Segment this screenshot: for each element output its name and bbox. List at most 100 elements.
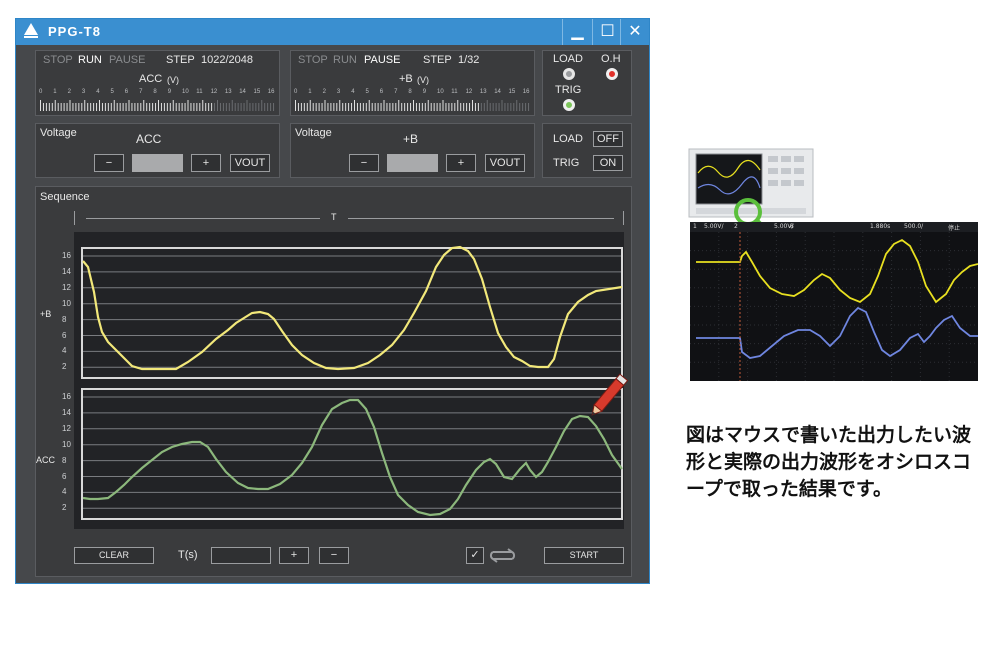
meter-scale-number: 6 [124,89,129,95]
t-seconds-input[interactable] [211,547,271,564]
b-status-panel: STOP RUN PAUSE STEP 1/32 +B (V) 01234567… [290,50,535,116]
meter-scale-number: 1 [308,89,312,95]
oh-lamp-icon [606,68,618,80]
acc-meter-label: ACC [139,73,163,85]
b-meter-unit: (V) [417,75,429,85]
meter-scale-number: 8 [153,89,157,95]
meter-scale-number: 11 [196,89,203,95]
maximize-icon: ☐ [600,23,615,40]
maximize-button[interactable]: ☐ [592,19,622,45]
scope-readout-item: 500.0/ [904,223,924,230]
meter-scale-number: 2 [322,89,326,95]
indicator-panel: LOAD O.H TRIG [542,50,632,116]
acc-waveform [82,398,623,517]
loop-checkbox[interactable]: ✓ [466,547,484,564]
caption-text: 図はマウスで書いた出力したい波形と実際の出力波形をオシロスコープで取った結果です… [686,424,972,500]
trig-switch-label: TRIG [553,157,580,169]
oh-indicator-label: O.H [601,53,621,65]
sequence-panel: Sequence T +B ACC 16 14 12 10 8 6 4 2 16 14 12 10 8… [35,186,632,577]
scope-readout-item: 5.00V/ [704,223,724,230]
acc-meter-unit: (V) [167,75,179,85]
b-vout-button[interactable]: VOUT [485,154,525,172]
b-meter-scale: 0 1 2 3 4 5 6 7 8 9 10 11 12 13 14 15 16 [294,89,531,99]
b-voltage-minus-button[interactable]: − [349,154,379,172]
meter-scale-number: 7 [394,89,398,95]
acc-status-panel: STOP RUN PAUSE STEP 1022/2048 ACC (V) 0 1… [35,50,280,116]
app-logo-icon [24,23,38,38]
scope-blue-trace [696,306,978,359]
b-step-label: STEP [423,54,452,66]
meter-scale-number: 10 [182,89,189,95]
meter-scale-number: 6 [379,89,384,95]
trig-lamp-icon [563,99,575,111]
acc-voltage-panel: Voltage ACC − + VOUT [35,123,280,178]
meter-scale-number: 2 [67,89,71,95]
waveform-graphs [81,245,629,520]
b-voltage-value-field[interactable] [387,154,438,172]
acc-step-value: 1022/2048 [201,54,253,66]
acc-stop-status: STOP [43,54,73,66]
meter-scale-number: 5 [365,89,369,95]
trig-indicator-label: TRIG [555,84,582,96]
trig-toggle[interactable]: ON [593,155,623,171]
close-button[interactable]: ✕ [620,19,649,45]
app-window: PPG-T8 ▁ ☐ ✕ STOP RUN PAUSE STEP 1022/20… [15,18,650,584]
acc-run-status: RUN [78,54,102,66]
acc-voltage-minus-button[interactable]: − [94,154,124,172]
switch-panel: LOAD OFF TRIG ON [542,123,632,178]
repeat-icon [489,548,516,563]
b-pause-status: PAUSE [364,54,401,66]
b-step-value: 1/32 [458,54,480,66]
meter-scale-number: 11 [451,89,458,95]
meter-scale-number: 0 [294,89,298,95]
b-meter-label: +B [399,73,413,85]
meter-scale-number: 12 [465,89,473,95]
meter-scale-number: 10 [437,89,444,95]
title-bar[interactable]: PPG-T8 ▁ ☐ ✕ [16,19,649,45]
acc-step-label: STEP [166,54,195,66]
scope-readout-item: 1.880s [870,223,891,230]
acc-voltage-label: Voltage [40,127,77,139]
meter-scale-number: 3 [336,89,341,95]
meter-scale-number: 5 [110,89,114,95]
b-voltage-plus-button[interactable]: + [446,154,476,172]
b-voltage-label: Voltage [295,127,332,139]
minimize-button[interactable]: ▁ [562,19,592,45]
scope-yellow-trace [696,238,978,304]
b-waveform [82,245,623,371]
scope-traces [690,232,978,381]
t-minus-button[interactable]: − [319,547,349,564]
meter-scale-number: 3 [81,89,86,95]
acc-graph-grid [83,396,621,509]
oscilloscope-screen: 1 5.00V/2 5.00V/8 1.880s 500.0/停止 [690,222,978,381]
b-run-status: RUN [333,54,357,66]
t-plus-button[interactable]: + [279,547,309,564]
meter-scale-number: 9 [422,89,427,95]
meter-scale-number: 16 [522,89,530,95]
meter-scale-number: 13 [479,89,487,95]
start-button[interactable]: START [544,547,624,564]
acc-voltage-value-field[interactable] [132,154,183,172]
scope-readout-item: 停止 [948,225,961,232]
meter-scale-number: 15 [253,89,261,95]
meter-scale-number: 8 [408,89,412,95]
load-indicator-label: LOAD [553,53,583,65]
b-stop-status: STOP [298,54,328,66]
clear-button[interactable]: CLEAR [74,547,154,564]
meter-scale-number: 14 [239,89,246,95]
scope-readout-item: 2 [734,223,738,230]
scope-top-readout: 1 5.00V/2 5.00V/8 1.880s 500.0/停止 [690,222,978,232]
acc-vout-button[interactable]: VOUT [230,154,270,172]
meter-scale-number: 4 [96,89,100,95]
meter-scale-number: 12 [210,89,218,95]
acc-level-meter [40,100,275,111]
acc-graph-frame [81,388,623,520]
load-toggle[interactable]: OFF [593,131,623,147]
acc-voltage-plus-button[interactable]: + [191,154,221,172]
load-lamp-icon [563,68,575,80]
t-seconds-label: T(s) [178,549,198,561]
meter-scale-number: 4 [351,89,355,95]
meter-scale-number: 13 [224,89,232,95]
meter-scale-number: 9 [167,89,172,95]
acc-meter-scale: 0 1 2 3 4 5 6 7 8 9 10 11 12 13 14 15 16 [39,89,276,99]
